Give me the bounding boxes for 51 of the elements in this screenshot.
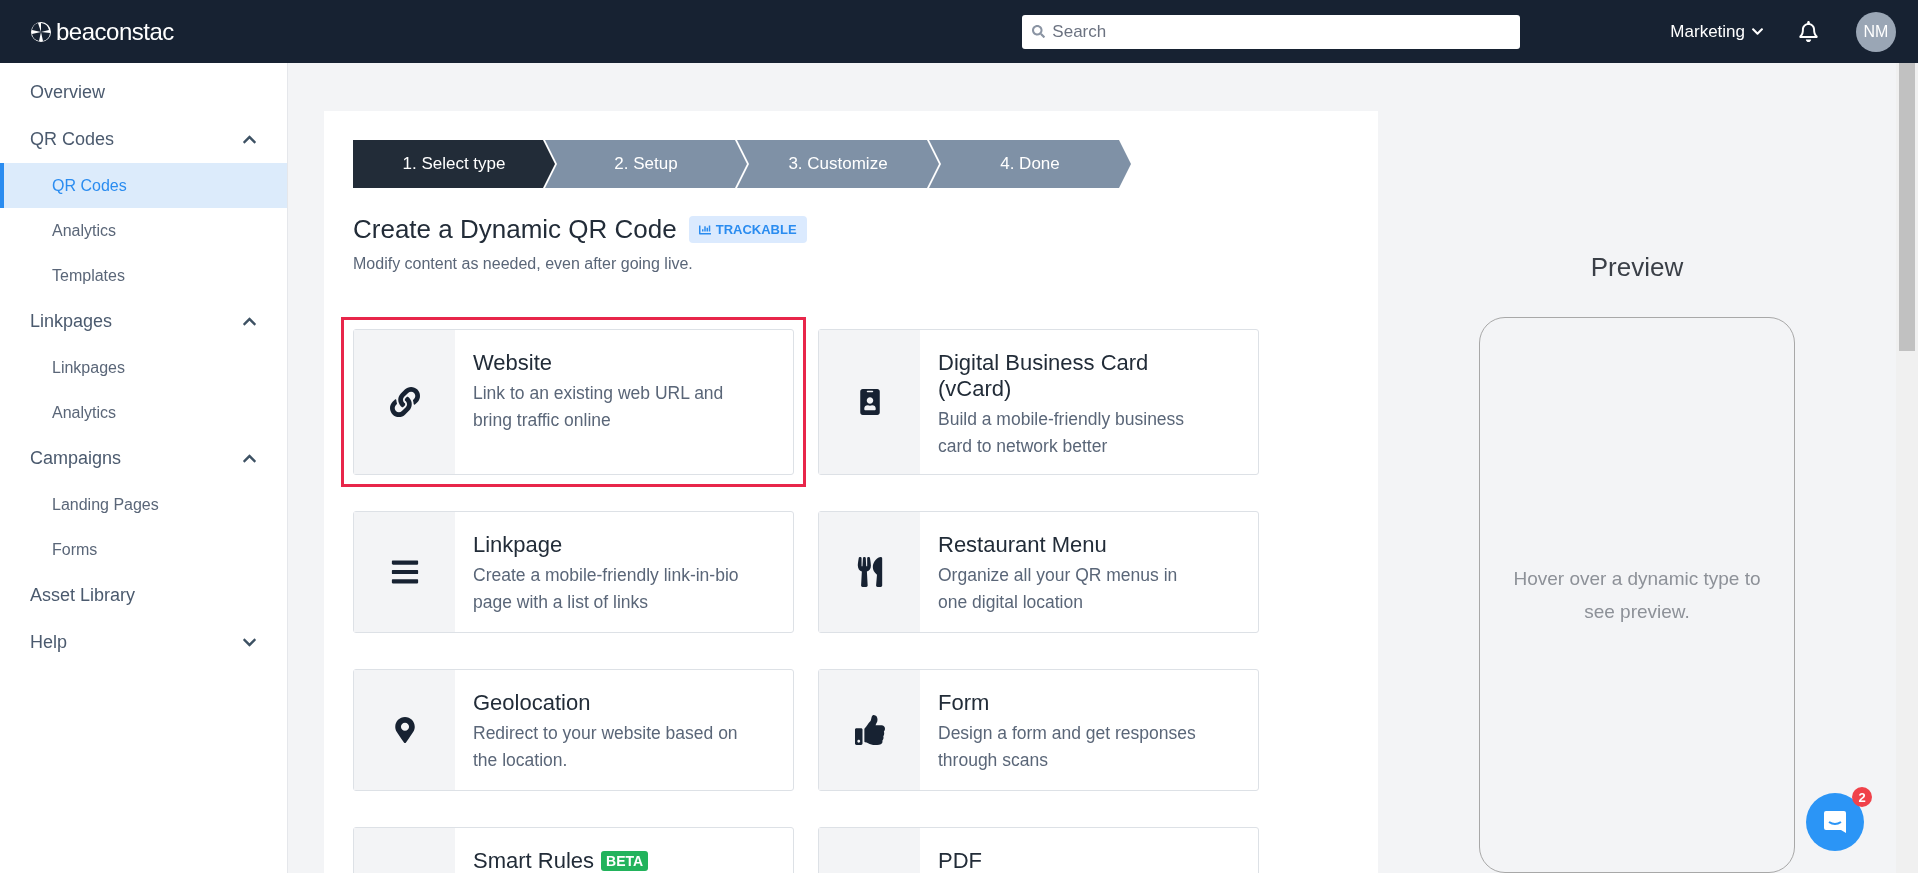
workspace-dropdown[interactable]: Marketing bbox=[1670, 21, 1764, 42]
chat-icon bbox=[1822, 809, 1848, 835]
page-title: Create a Dynamic QR Code bbox=[353, 214, 677, 245]
wizard-step: 1. Select type bbox=[353, 140, 555, 188]
card-title: PDF bbox=[938, 848, 982, 873]
sidebar-subitem[interactable]: Landing Pages bbox=[0, 482, 287, 527]
sidebar-subitem[interactable]: Forms bbox=[0, 527, 287, 572]
chart-icon bbox=[698, 223, 711, 236]
card-title: Digital Business Card (vCard) bbox=[938, 350, 1150, 402]
logo-icon bbox=[30, 20, 52, 43]
sidebar-subitem[interactable]: Analytics bbox=[0, 208, 287, 253]
beta-badge: BETA bbox=[601, 851, 649, 871]
sidebar-item[interactable]: Asset Library bbox=[0, 572, 287, 619]
search-icon bbox=[1032, 24, 1046, 38]
card-title: Restaurant Menu bbox=[938, 532, 1107, 558]
card-description: Redirect to your website based on the location. bbox=[473, 722, 739, 772]
search-field[interactable]: Search bbox=[1022, 14, 1521, 49]
card-title: Form bbox=[938, 690, 990, 716]
card-title: Smart Rules bbox=[473, 848, 595, 873]
preview-title: Preview bbox=[1590, 252, 1684, 283]
sidebar-subitem[interactable]: Templates bbox=[0, 253, 287, 298]
card-description: Link to an existing web URL and bring traffic online bbox=[473, 382, 725, 432]
sidebar-item[interactable]: Linkpages bbox=[0, 298, 287, 345]
scrollbar[interactable] bbox=[1896, 63, 1918, 873]
card-title: Linkpage bbox=[473, 532, 563, 558]
preview-hint: Hover over a dynamic type to see preview. bbox=[1512, 567, 1762, 624]
sidebar-item[interactable]: Overview bbox=[0, 69, 287, 116]
trackable-badge: TRACKABLE bbox=[688, 216, 807, 243]
chevron-icon bbox=[1751, 25, 1764, 38]
card-description: Build a mobile-friendly business card to network better bbox=[938, 408, 1186, 458]
bell-icon bbox=[1798, 21, 1819, 42]
notifications-button[interactable] bbox=[1798, 21, 1819, 42]
sidebar-item[interactable]: Campaigns bbox=[0, 435, 287, 482]
link-icon bbox=[389, 387, 420, 417]
card-description: Create a mobile-friendly link-in-bio page with a list of links bbox=[473, 564, 740, 614]
wizard-step: 2. Setup bbox=[545, 140, 747, 188]
thumbs-up-icon bbox=[854, 715, 885, 745]
sidebar-subitem[interactable]: Linkpages bbox=[0, 345, 287, 390]
sidebar-subitem[interactable]: Analytics bbox=[0, 390, 287, 435]
wizard-step: 4. Done bbox=[929, 140, 1131, 188]
scrollbar-thumb[interactable] bbox=[1899, 63, 1915, 351]
wizard-step: 3. Customize bbox=[737, 140, 939, 188]
card-title: Website bbox=[473, 350, 553, 376]
sidebar-item[interactable]: QR Codes bbox=[0, 116, 287, 163]
sidebar-item[interactable]: Help bbox=[0, 619, 287, 666]
qr-type-card[interactable]: Website Link to an existing web URL and bring traffic online bbox=[341, 317, 806, 487]
card-description: Organize all your QR menus in one digital location bbox=[938, 564, 1179, 614]
card-title: Geolocation bbox=[473, 690, 591, 716]
page-subtitle: Modify content as needed, even after going live. bbox=[353, 255, 694, 273]
logo-text: beaconstac bbox=[56, 17, 174, 46]
card-description: Design a form and get responses through scans bbox=[938, 722, 1197, 772]
